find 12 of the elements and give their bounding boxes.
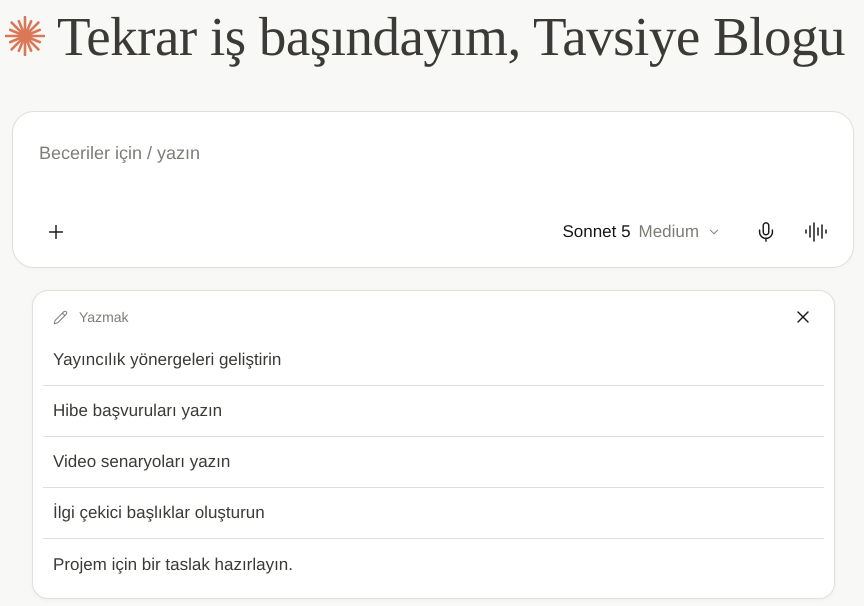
greeting-title: Tekrar iş başındayım, Tavsiye Blogu — [57, 6, 845, 68]
waveform-icon — [804, 220, 828, 244]
category-label: Yazmak — [79, 309, 129, 325]
pencil-icon — [53, 310, 68, 324]
suggestion-item[interactable]: Hibe başvuruları yazın — [43, 386, 824, 437]
message-input[interactable]: Beceriler için / yazın — [39, 140, 831, 166]
model-selector[interactable]: Sonnet 5 Medium — [562, 222, 721, 242]
suggestion-item[interactable]: Video senaryoları yazın — [43, 437, 824, 488]
suggestion-item[interactable]: İlgi çekici başlıklar oluşturun — [43, 488, 824, 539]
suggestion-item[interactable]: Projem için bir taslak hazırlayın. — [43, 539, 824, 590]
suggestion-item[interactable]: Yayıncılık yönergeleri geliştirin — [43, 335, 824, 386]
asterisk-logo-icon — [5, 16, 45, 56]
